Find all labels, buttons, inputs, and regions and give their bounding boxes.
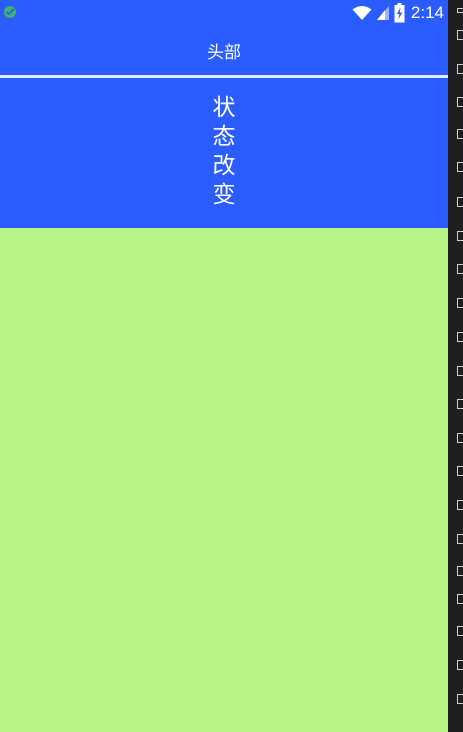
toolbar-icon[interactable]	[457, 298, 463, 308]
state-char: 变	[212, 182, 236, 208]
toolbar-icon[interactable]	[457, 694, 463, 704]
app-screen: 2:14 头部 状 态 改 变	[0, 0, 448, 732]
toolbar-icon[interactable]	[457, 466, 463, 476]
header-bar: 头部	[0, 25, 448, 75]
toolbar-icon[interactable]	[457, 129, 463, 139]
toolbar-icon[interactable]	[457, 433, 463, 443]
toolbar-icon[interactable]	[457, 162, 463, 172]
state-char: 改	[212, 153, 236, 179]
battery-charging-icon	[394, 3, 405, 23]
content-area	[0, 228, 448, 732]
toolbar-icon[interactable]	[457, 8, 463, 13]
toolbar-icon[interactable]	[457, 97, 463, 107]
status-bar: 2:14	[0, 0, 448, 25]
toolbar-icon[interactable]	[457, 231, 463, 241]
state-change-panel: 状 态 改 变	[0, 78, 448, 228]
status-icons: 2:14	[352, 2, 444, 24]
emulator-side-toolbar	[448, 0, 463, 732]
toolbar-icon[interactable]	[457, 264, 463, 274]
status-time: 2:14	[410, 3, 444, 22]
wifi-icon	[352, 6, 372, 20]
toolbar-icon[interactable]	[457, 399, 463, 409]
toolbar-icon[interactable]	[457, 64, 463, 74]
toolbar-icon[interactable]	[457, 660, 463, 670]
toolbar-icon[interactable]	[457, 626, 463, 636]
header-title: 头部	[207, 42, 241, 63]
toolbar-icon[interactable]	[457, 366, 463, 376]
state-char: 态	[212, 124, 236, 150]
toolbar-icon[interactable]	[457, 566, 463, 576]
toolbar-icon[interactable]	[457, 30, 463, 40]
toolbar-icon[interactable]	[457, 332, 463, 342]
toolbar-icon[interactable]	[457, 594, 463, 604]
toolbar-icon[interactable]	[457, 500, 463, 510]
state-char: 状	[212, 95, 236, 121]
toolbar-icon[interactable]	[457, 534, 463, 544]
signal-icon	[376, 6, 389, 20]
toolbar-icon[interactable]	[457, 197, 463, 207]
state-change-text: 状 态 改 变	[0, 94, 448, 210]
notification-dot-icon	[4, 6, 16, 18]
